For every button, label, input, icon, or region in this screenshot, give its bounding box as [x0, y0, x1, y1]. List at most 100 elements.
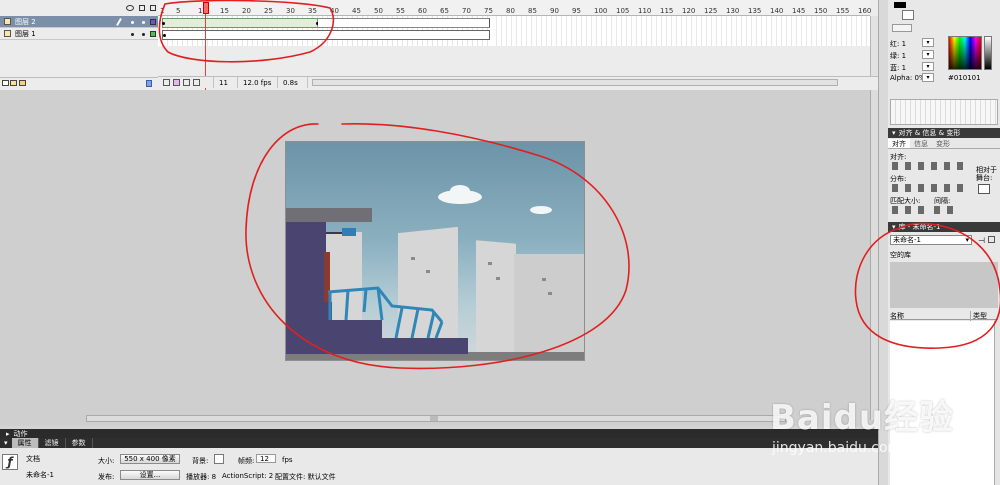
ruler-tick: 15: [220, 7, 229, 15]
ruler-tick: 110: [638, 7, 652, 15]
motion-tween-span[interactable]: [162, 18, 318, 28]
align-buttons[interactable]: [892, 162, 970, 170]
ruler-tick: 135: [748, 7, 762, 15]
frame-rate-input[interactable]: 12: [256, 454, 276, 463]
visibility-dot[interactable]: [131, 33, 134, 36]
library-columns: 名称 类型: [890, 310, 998, 321]
trash-icon[interactable]: [146, 80, 152, 87]
elapsed-time: 0.8s: [278, 77, 308, 88]
blue-dropdown[interactable]: ▾: [922, 62, 934, 71]
to-stage-button[interactable]: [978, 184, 990, 194]
frame-span-empty[interactable]: [318, 18, 490, 28]
edit-multiple-icon[interactable]: [193, 79, 200, 86]
background-color-swatch[interactable]: [214, 454, 224, 464]
stage-vscroll[interactable]: [870, 90, 878, 420]
layer-row-1[interactable]: 图层 1: [0, 28, 158, 40]
pin-icon[interactable]: ⊣: [978, 236, 985, 245]
timeline-vscroll[interactable]: [870, 16, 878, 76]
collapse-arrow-icon[interactable]: ▾: [892, 129, 896, 137]
ruler-tick: 65: [440, 7, 449, 15]
ruler-tick: 20: [242, 7, 251, 15]
tab-transform[interactable]: 变形: [932, 139, 954, 148]
ruler-tick: 130: [726, 7, 740, 15]
expand-arrow-icon[interactable]: ▸: [6, 430, 10, 438]
onion-skin-icon[interactable]: [173, 79, 180, 86]
collapse-arrow-icon[interactable]: ▾: [892, 223, 896, 231]
library-scrollbar[interactable]: [994, 321, 1000, 485]
layer1-frame-span[interactable]: [162, 30, 490, 40]
align-label: 对齐:: [890, 153, 907, 161]
to-stage-label: 相对于舞台:: [976, 166, 997, 182]
tab-parameters[interactable]: 参数: [66, 438, 93, 448]
stage-hscroll-thumb[interactable]: [430, 416, 438, 421]
ruler-tick: 70: [462, 7, 471, 15]
green-label: 绿: 1: [890, 52, 907, 60]
frame-ruler[interactable]: 1510152025303540455055606570758085909510…: [158, 0, 871, 16]
lock-icon[interactable]: [139, 5, 145, 11]
red-label: 红: 1: [890, 40, 907, 48]
ruler-tick: 115: [660, 7, 674, 15]
insert-layer-icon[interactable]: [2, 80, 9, 86]
match-size-buttons[interactable]: [892, 206, 930, 214]
tab-align[interactable]: 对齐: [888, 139, 910, 148]
playhead-handle[interactable]: [203, 2, 209, 14]
stage-canvas[interactable]: [285, 141, 585, 361]
onion-outline-icon[interactable]: [183, 79, 190, 86]
color-swatches[interactable]: [890, 99, 998, 125]
ruler-tick: 145: [792, 7, 806, 15]
add-guide-icon[interactable]: [10, 80, 17, 86]
color-type-select[interactable]: [892, 24, 912, 32]
layer-color-swatch[interactable]: [150, 31, 156, 37]
alpha-dropdown[interactable]: ▾: [922, 73, 934, 82]
tab-filters[interactable]: 滤镜: [39, 438, 66, 448]
spacing-buttons[interactable]: [934, 206, 960, 214]
layer-color-swatch[interactable]: [150, 19, 156, 25]
timeline-status-bar: 11 12.0 fps 0.8s: [158, 76, 878, 88]
pencil-icon: [116, 18, 122, 26]
green-dropdown[interactable]: ▾: [922, 50, 934, 59]
ruler-tick: 140: [770, 7, 784, 15]
visibility-dot[interactable]: [131, 21, 134, 24]
blue-label: 蓝: 1: [890, 64, 907, 72]
ruler-tick: 35: [308, 7, 317, 15]
timeline-panel: 图层 2 图层 1 151015202530354045505560657075…: [0, 0, 888, 90]
layer-row-2[interactable]: 图层 2: [0, 16, 158, 28]
tab-properties[interactable]: 属性: [11, 438, 39, 448]
column-type[interactable]: 类型: [970, 311, 987, 321]
publish-label: 发布:: [98, 473, 115, 481]
ruler-tick: 120: [682, 7, 696, 15]
library-doc-select[interactable]: 未命名-1 ▾: [890, 235, 972, 245]
alpha-label: Alpha: 0%: [890, 74, 926, 82]
align-panel-header[interactable]: ▾ 对齐 & 信息 & 变形: [888, 128, 1000, 138]
insert-folder-icon[interactable]: [19, 80, 26, 86]
library-panel-title: 库 - 未命名-1: [898, 223, 941, 231]
fill-swatch[interactable]: [902, 10, 914, 20]
column-name[interactable]: 名称: [890, 311, 904, 321]
lock-dot[interactable]: [142, 33, 145, 36]
eye-icon[interactable]: [126, 5, 134, 11]
new-library-icon[interactable]: [988, 236, 995, 243]
layer-name: 图层 2: [15, 17, 36, 26]
layer1-keyframe[interactable]: [163, 34, 166, 37]
center-frame-icon[interactable]: [163, 79, 170, 86]
tab-info[interactable]: 信息: [910, 139, 932, 148]
publish-settings-button[interactable]: 设置...: [120, 470, 180, 480]
brightness-slider[interactable]: [984, 36, 992, 70]
ruler-tick: 85: [528, 7, 537, 15]
ruler-tick: 155: [836, 7, 850, 15]
distribute-buttons[interactable]: [892, 184, 970, 192]
library-panel-header[interactable]: ▾ 库 - 未命名-1: [888, 222, 1000, 232]
red-dropdown[interactable]: ▾: [922, 38, 934, 47]
lock-dot[interactable]: [142, 21, 145, 24]
outline-icon[interactable]: [150, 5, 156, 11]
size-button[interactable]: 550 x 400 像素: [120, 454, 180, 464]
align-tabs: 对齐 信息 变形: [888, 139, 1000, 149]
actions-panel-header[interactable]: ▸ 动作: [0, 429, 888, 438]
align-panel-title: 对齐 & 信息 & 变形: [898, 129, 961, 137]
frame-rate: 12.0 fps: [238, 77, 278, 88]
fill-color-tool[interactable]: [894, 2, 906, 8]
tween-keyframe-start[interactable]: [162, 22, 165, 25]
timeline-scrollbar[interactable]: [312, 79, 838, 86]
color-spectrum[interactable]: [948, 36, 982, 70]
collapse-arrow-icon[interactable]: ▾: [0, 439, 12, 447]
